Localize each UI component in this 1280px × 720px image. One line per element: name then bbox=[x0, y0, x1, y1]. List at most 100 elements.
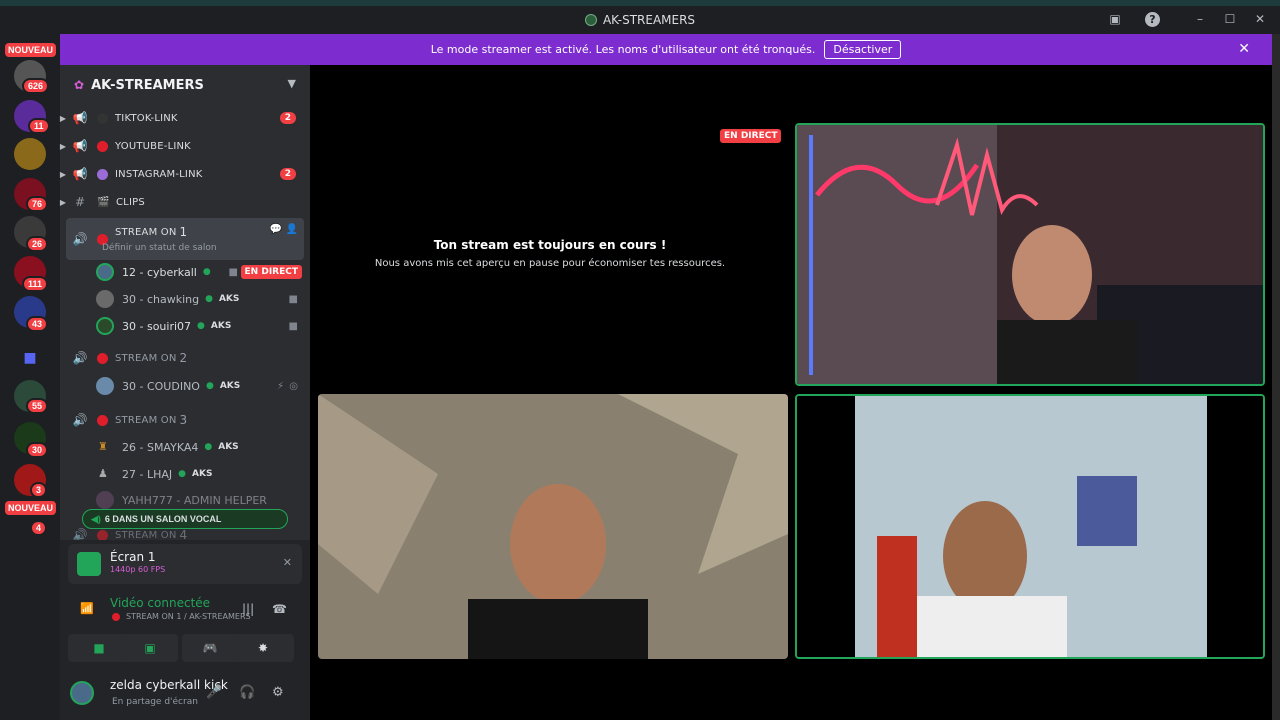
close-window-button[interactable]: ✕ bbox=[1252, 12, 1268, 26]
voice-user[interactable]: 30 - souiri07 ● AKS ■ bbox=[96, 314, 306, 338]
disconnect-icon[interactable]: ☎ bbox=[272, 602, 287, 616]
user-tag: AKS bbox=[218, 442, 239, 452]
microphone-icon[interactable]: 🎤 bbox=[206, 685, 222, 700]
avatar[interactable] bbox=[70, 681, 94, 705]
channel-name: STREAM ON bbox=[115, 352, 177, 364]
voice-user[interactable]: ♜ 26 - SMAYKA4 ● AKS bbox=[96, 435, 306, 459]
webcam-feed bbox=[797, 125, 1263, 384]
speaker-icon: 🔊 bbox=[72, 232, 88, 246]
soundboard-button[interactable]: ✸ bbox=[232, 634, 294, 662]
voice-user[interactable]: 30 - COUDINO ● AKS ⚡ ◎ bbox=[96, 374, 306, 398]
server-badge: 30 bbox=[26, 442, 49, 458]
gear-icon[interactable]: ⚙ bbox=[272, 685, 284, 700]
user-tag: AKS bbox=[192, 469, 213, 479]
live-badge: EN DIRECT bbox=[240, 265, 302, 279]
user-name: 30 - souiri07 bbox=[122, 319, 192, 333]
user-name: 27 - LHAJ bbox=[122, 467, 173, 481]
help-icon[interactable]: ? bbox=[1145, 12, 1160, 27]
disable-streamer-mode-button[interactable]: Désactiver bbox=[824, 40, 902, 59]
camera-icon: ■ bbox=[288, 320, 298, 332]
channel-number: 1 bbox=[179, 225, 188, 239]
megaphone-icon: 📢 bbox=[72, 167, 88, 181]
chevron-right-icon: ▶ bbox=[59, 141, 67, 151]
channel-name: STREAM ON bbox=[115, 226, 177, 238]
mention-badge: 2 bbox=[279, 168, 296, 180]
server-badge: 43 bbox=[26, 316, 49, 332]
voice-activity-text: 6 DANS UN SALON VOCAL bbox=[104, 514, 222, 524]
signal-icon[interactable]: 📶 bbox=[80, 602, 94, 615]
noise-suppression-icon[interactable]: ||| bbox=[242, 602, 254, 616]
minimize-button[interactable]: – bbox=[1192, 12, 1208, 26]
chevron-right-icon: ▶ bbox=[59, 169, 67, 179]
live-dot bbox=[112, 612, 120, 621]
live-dot bbox=[97, 414, 108, 426]
screen-share-card[interactable]: Écran 1 1440p 60 FPS ✕ bbox=[68, 544, 302, 584]
voice-channel-stream-2[interactable]: 🔊 STREAM ON 2 bbox=[70, 346, 320, 370]
screen-quality: 1440p 60 FPS bbox=[110, 565, 166, 574]
server-icon[interactable] bbox=[14, 138, 46, 170]
chevron-right-icon: ▶ bbox=[59, 197, 67, 207]
speaker-icon: 🔊 bbox=[72, 351, 88, 365]
server-badge: 11 bbox=[28, 118, 50, 134]
chevron-down-icon: ▼ bbox=[287, 77, 296, 90]
user-tag: AKS bbox=[210, 321, 232, 331]
chat-icon[interactable]: 💬 bbox=[270, 224, 282, 235]
titlebar-accent-strip bbox=[0, 0, 1280, 6]
chevron-right-icon: ▶ bbox=[59, 113, 67, 123]
stop-share-icon[interactable]: ✕ bbox=[283, 556, 292, 569]
voice-channel-stream-3[interactable]: 🔊 STREAM ON 3 bbox=[70, 408, 320, 432]
server-badge: 111 bbox=[22, 276, 49, 292]
server-list: NOUVEAU 626 11 76 26 111 43 ■ 55 30 3 NO… bbox=[0, 34, 60, 720]
channel-youtube[interactable]: ▶ 📢 youtube-link bbox=[60, 134, 310, 158]
youtube-dot bbox=[97, 140, 108, 152]
instagram-dot bbox=[97, 168, 108, 180]
voice-user[interactable]: ♟ 27 - LHAJ ● AKS bbox=[96, 462, 306, 486]
activity-button[interactable]: 🎮 bbox=[182, 634, 238, 662]
speaker-icon: 🔊 bbox=[72, 413, 88, 427]
channel-number: 2 bbox=[179, 351, 188, 365]
screen-share-icon bbox=[77, 552, 101, 576]
voice-channel-stream-1[interactable]: 🔊 STREAM ON 1 Définir un statut de salon… bbox=[66, 218, 304, 260]
live-dot bbox=[97, 529, 108, 541]
scroll-edge bbox=[1272, 34, 1280, 720]
avatar bbox=[96, 377, 114, 395]
webcam-feed bbox=[318, 394, 788, 659]
folder-icon[interactable]: ■ bbox=[14, 342, 46, 374]
inbox-icon[interactable]: ▣ bbox=[1107, 12, 1123, 26]
screen-title: Écran 1 bbox=[110, 550, 156, 564]
video-tile-user-2[interactable] bbox=[318, 394, 788, 659]
live-badge: EN DIRECT bbox=[720, 129, 782, 143]
video-tile-user-3[interactable] bbox=[795, 394, 1265, 659]
app-logo-icon bbox=[584, 14, 597, 26]
user-name: 30 - COUDINO bbox=[122, 379, 200, 393]
guild-header[interactable]: ✿ AK-STREAMERS ▼ bbox=[60, 65, 310, 105]
voice-stage: Ton stream est toujours en cours ! Nous … bbox=[310, 65, 1280, 720]
channel-clips[interactable]: ▶ # 🎬 clips bbox=[60, 190, 310, 214]
new-label-bottom: NOUVEAU bbox=[5, 501, 57, 515]
channel-status[interactable]: Définir un statut de salon bbox=[102, 243, 217, 253]
stream-paused-notice: Ton stream est toujours en cours ! Nous … bbox=[360, 238, 740, 269]
clapper-icon: 🎬 bbox=[97, 196, 110, 208]
close-icon[interactable]: ✕ bbox=[1238, 41, 1250, 57]
add-member-icon[interactable]: 👤 bbox=[286, 224, 298, 235]
headphones-icon[interactable]: 🎧 bbox=[239, 685, 255, 700]
screen-share-button[interactable]: ▣ bbox=[122, 634, 178, 662]
video-tile-cyberkall[interactable] bbox=[795, 123, 1265, 386]
server-badge: 26 bbox=[26, 236, 49, 252]
leaf-icon: ● bbox=[205, 381, 214, 391]
maximize-button[interactable]: ☐ bbox=[1222, 12, 1238, 26]
hashtag-icon: # bbox=[74, 195, 86, 209]
video-connected-status[interactable]: Vidéo connectée bbox=[110, 596, 210, 610]
avatar bbox=[96, 263, 114, 281]
channel-tiktok[interactable]: ▶ 📢 tiktok-link 2 bbox=[60, 106, 310, 130]
channel-instagram[interactable]: ▶ 📢 instagram-link 2 bbox=[60, 162, 310, 186]
voice-user[interactable]: 12 - cyberkall ● ■ EN DIRECT bbox=[96, 260, 306, 284]
camera-button[interactable]: ■ bbox=[68, 634, 130, 662]
leaf-icon: ● bbox=[202, 267, 211, 277]
megaphone-icon: 📢 bbox=[72, 111, 88, 125]
voice-user[interactable]: 30 - chawking ● AKS ■ bbox=[96, 287, 306, 311]
leaf-icon: ● bbox=[204, 442, 213, 452]
window-titlebar: AK-STREAMERS ▣ ? – ☐ ✕ bbox=[0, 0, 1280, 34]
avatar bbox=[96, 290, 114, 308]
voice-activity-pill[interactable]: ◀) 6 DANS UN SALON VOCAL bbox=[82, 509, 288, 529]
